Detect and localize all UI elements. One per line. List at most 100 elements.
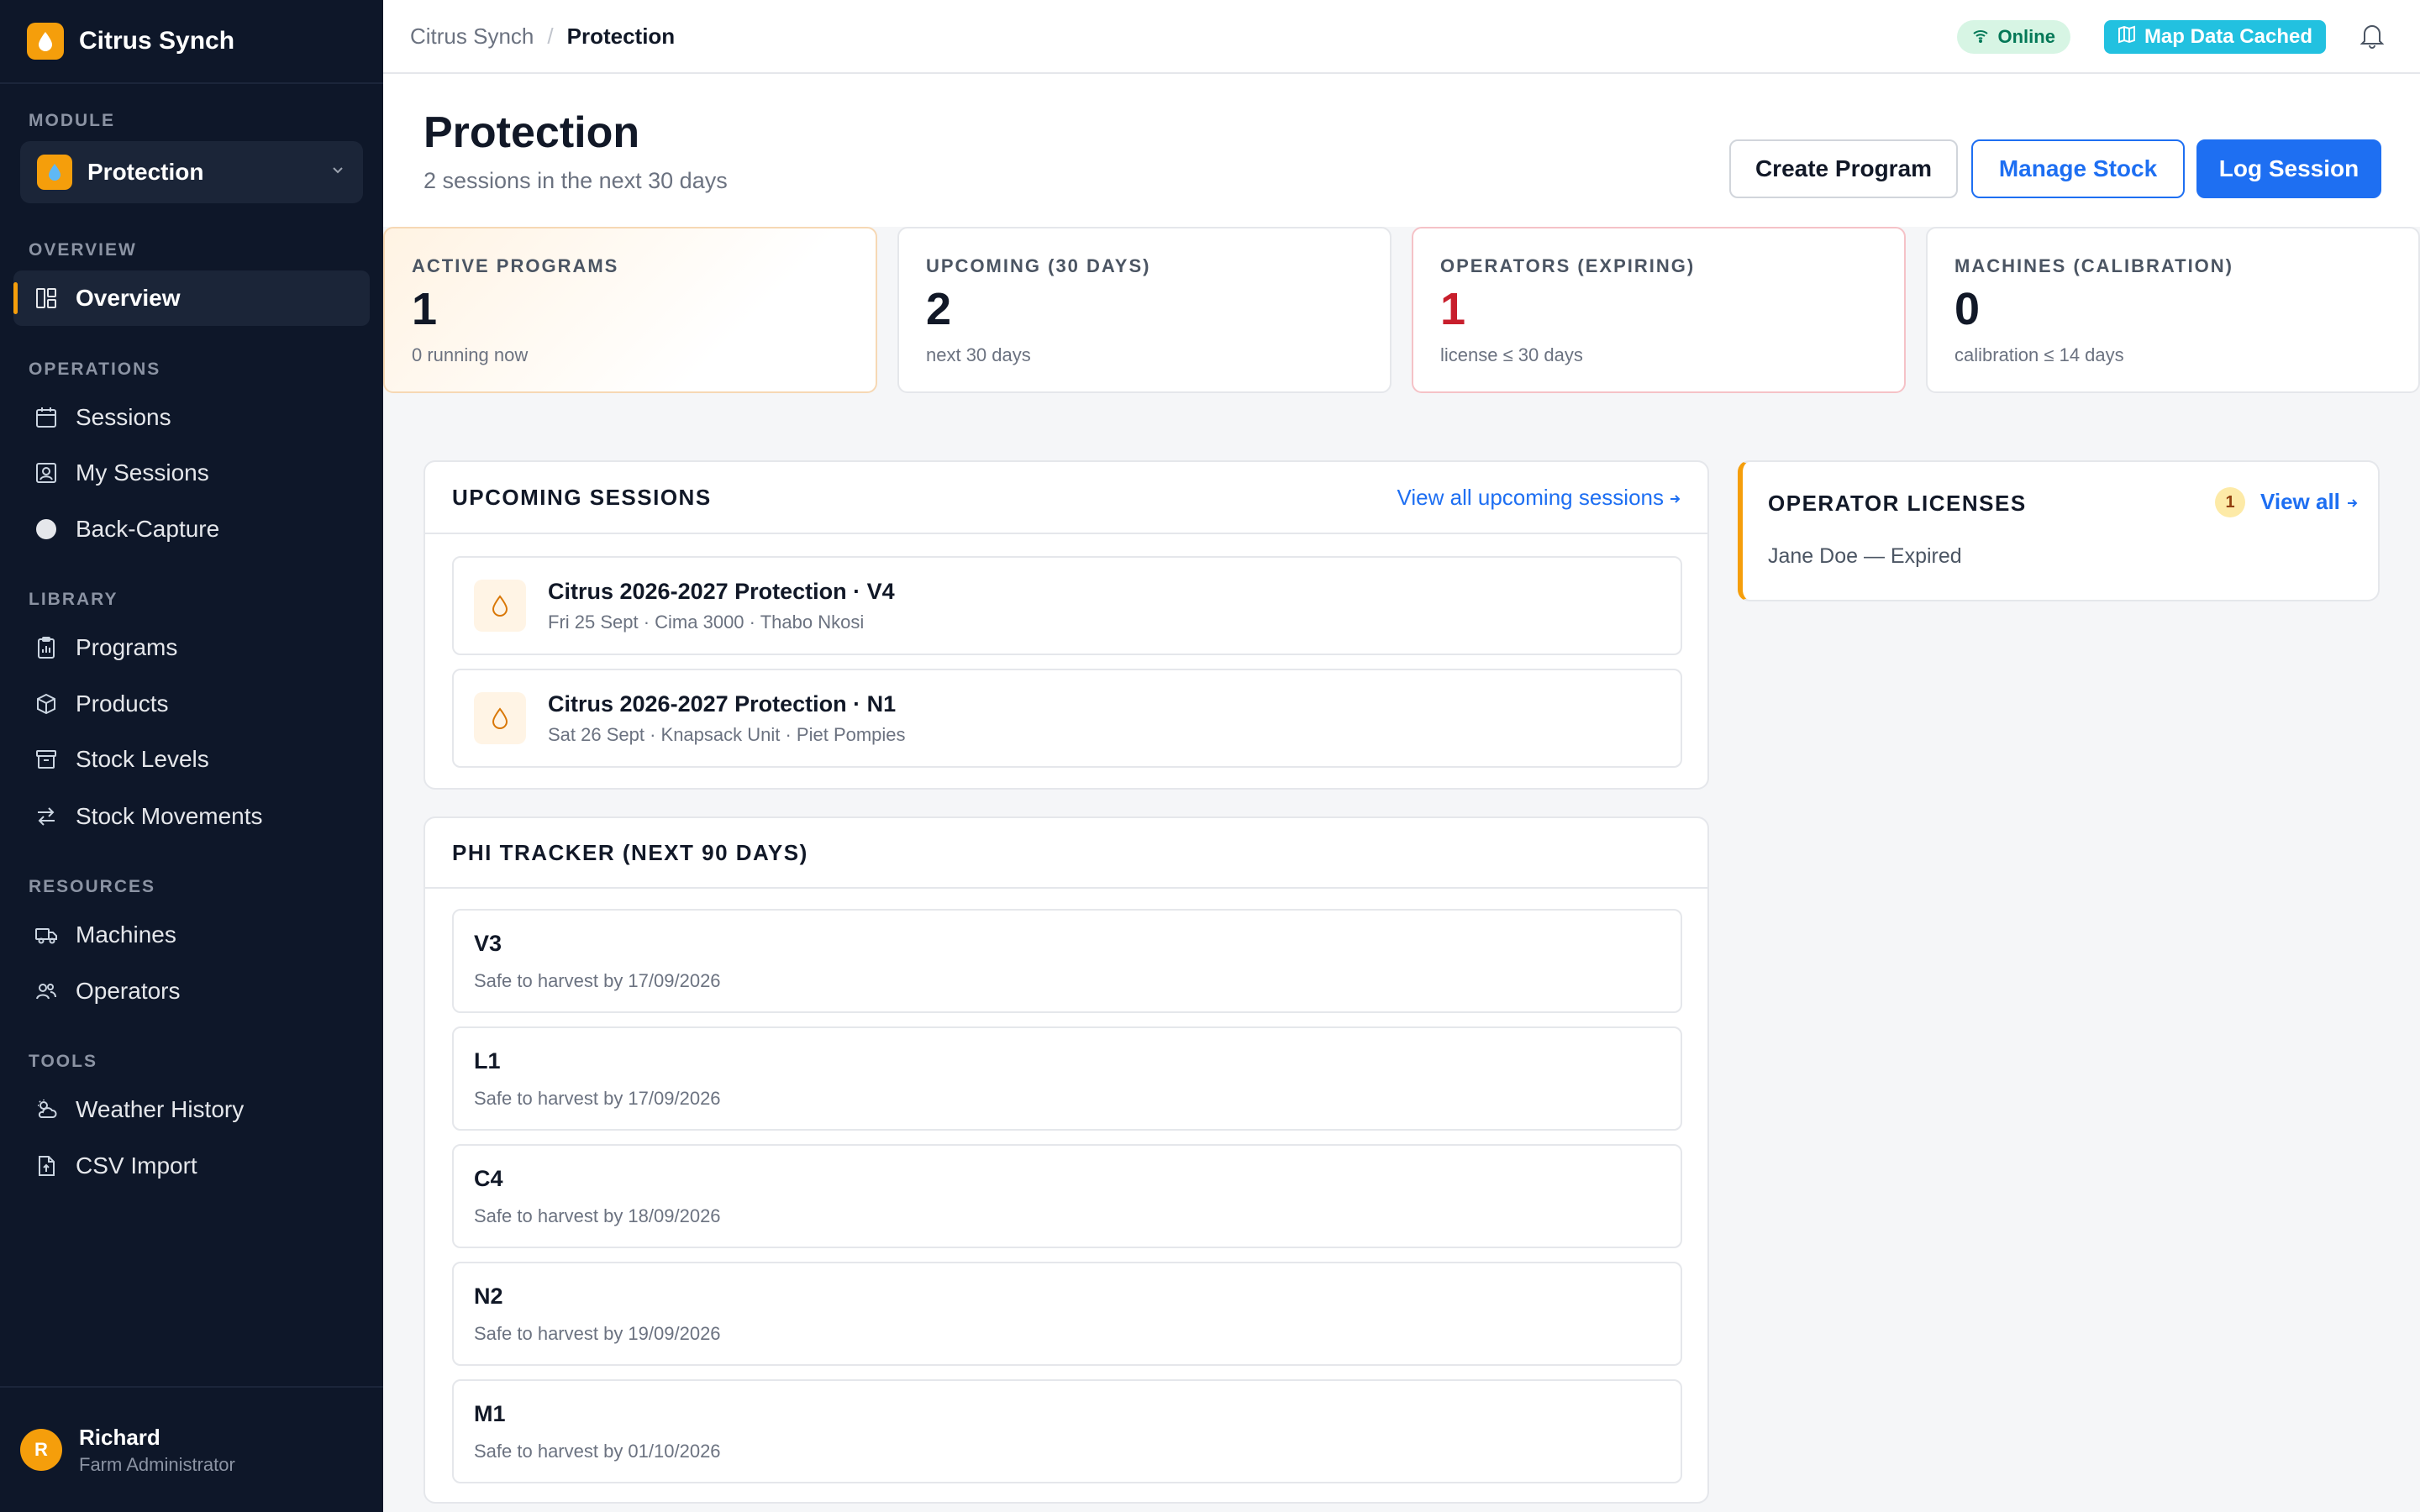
stat-card-active-programs[interactable]: ACTIVE PROGRAMS 1 0 running now bbox=[383, 227, 877, 393]
app-name: Citrus Synch bbox=[79, 27, 235, 55]
breadcrumb-current: Protection bbox=[566, 23, 676, 49]
license-count-badge: 1 bbox=[2215, 487, 2245, 517]
brand[interactable]: Citrus Synch bbox=[0, 0, 383, 84]
sidebar-item-back-capture[interactable]: Back-Capture bbox=[13, 501, 370, 557]
user-card-icon bbox=[34, 460, 59, 486]
phi-block-code: M1 bbox=[474, 1401, 506, 1426]
box-icon bbox=[34, 691, 59, 717]
view-all-sessions-link[interactable]: View all upcoming sessions bbox=[1397, 485, 1681, 511]
bell-icon[interactable] bbox=[2360, 22, 2385, 53]
phi-row[interactable]: V3 Safe to harvest by 17/09/2026 bbox=[452, 909, 1682, 1013]
stat-label: ACTIVE PROGRAMS bbox=[412, 255, 619, 276]
stat-label: MACHINES (CALIBRATION) bbox=[1954, 255, 2234, 276]
droplet-icon bbox=[37, 155, 72, 190]
sidebar-item-label: Programs bbox=[76, 634, 178, 660]
cloud-sun-icon bbox=[34, 1097, 59, 1122]
breadcrumb-root[interactable]: Citrus Synch bbox=[410, 24, 534, 50]
session-row[interactable]: Citrus 2026-2027 Protection · V4 Fri 25 … bbox=[452, 556, 1682, 655]
link-label: View all bbox=[2260, 489, 2340, 514]
sidebar: Citrus Synch MODULE Protection OVERVIEW … bbox=[0, 0, 383, 1512]
sidebar-item-weather-history[interactable]: Weather History bbox=[13, 1082, 370, 1137]
map-cached-badge: Map Data Cached bbox=[2103, 20, 2326, 54]
stat-card-operators-expiring[interactable]: OPERATORS (EXPIRING) 1 license ≤ 30 days bbox=[1412, 227, 1906, 393]
sidebar-item-label: Back-Capture bbox=[76, 516, 220, 542]
page-header: Protection 2 sessions in the next 30 day… bbox=[383, 74, 2420, 227]
online-status-badge: Online bbox=[1957, 20, 2070, 54]
stat-value: 2 bbox=[926, 284, 952, 334]
session-title: Citrus 2026-2027 Protection · N1 bbox=[548, 690, 897, 717]
sidebar-item-label: Operators bbox=[76, 978, 181, 1004]
module-selector[interactable]: Protection bbox=[20, 141, 363, 203]
map-icon bbox=[2118, 25, 2136, 50]
session-meta: Sat 26 Sept · Knapsack Unit · Piet Pompi… bbox=[548, 723, 906, 745]
stat-note: next 30 days bbox=[926, 344, 1031, 365]
view-all-licenses-link[interactable]: View all bbox=[2260, 489, 2358, 515]
online-status-label: Online bbox=[1997, 26, 2055, 47]
clipboard-chart-icon bbox=[34, 635, 59, 660]
droplet-icon bbox=[474, 692, 526, 744]
user-role: Farm Administrator bbox=[79, 1453, 235, 1475]
panel-header: UPCOMING SESSIONS View all upcoming sess… bbox=[425, 462, 1707, 534]
sidebar-item-label: My Sessions bbox=[76, 459, 209, 486]
stat-card-upcoming[interactable]: UPCOMING (30 DAYS) 2 next 30 days bbox=[897, 227, 1392, 393]
sidebar-item-label: Overview bbox=[76, 285, 181, 311]
license-item[interactable]: Jane Doe — Expired bbox=[1768, 544, 1962, 569]
phi-block-code: C4 bbox=[474, 1166, 503, 1191]
section-label-tools: TOOLS bbox=[29, 1052, 97, 1071]
sidebar-item-stock-movements[interactable]: Stock Movements bbox=[13, 789, 370, 844]
phi-harvest-date: Safe to harvest by 17/09/2026 bbox=[474, 1088, 721, 1109]
stat-card-machines-calibration[interactable]: MACHINES (CALIBRATION) 0 calibration ≤ 1… bbox=[1926, 227, 2420, 393]
sidebar-item-label: Products bbox=[76, 690, 169, 717]
sidebar-item-csv-import[interactable]: CSV Import bbox=[13, 1138, 370, 1194]
stat-label: UPCOMING (30 DAYS) bbox=[926, 255, 1151, 276]
section-label-resources: RESOURCES bbox=[29, 877, 156, 896]
sidebar-item-machines[interactable]: Machines bbox=[13, 907, 370, 963]
wifi-icon bbox=[1972, 26, 1989, 48]
stat-note: license ≤ 30 days bbox=[1440, 344, 1583, 365]
sidebar-item-label: Stock Levels bbox=[76, 746, 209, 772]
user-profile[interactable]: R Richard Farm Administrator bbox=[0, 1386, 383, 1512]
circle-icon bbox=[34, 517, 59, 542]
sidebar-item-label: Stock Movements bbox=[76, 803, 263, 829]
session-meta: Fri 25 Sept · Cima 3000 · Thabo Nkosi bbox=[548, 611, 865, 633]
sidebar-item-label: Machines bbox=[76, 921, 176, 948]
sidebar-item-operators[interactable]: Operators bbox=[13, 963, 370, 1019]
map-cached-label: Map Data Cached bbox=[2144, 25, 2312, 48]
sidebar-item-programs[interactable]: Programs bbox=[13, 620, 370, 675]
section-label-module: MODULE bbox=[29, 111, 115, 130]
sidebar-item-stock-levels[interactable]: Stock Levels bbox=[13, 732, 370, 787]
phi-harvest-date: Safe to harvest by 19/09/2026 bbox=[474, 1323, 721, 1344]
create-program-button[interactable]: Create Program bbox=[1729, 139, 1958, 198]
sidebar-item-products[interactable]: Products bbox=[13, 676, 370, 732]
phi-row[interactable]: M1 Safe to harvest by 01/10/2026 bbox=[452, 1379, 1682, 1483]
arrows-exchange-icon bbox=[34, 804, 59, 829]
log-session-button[interactable]: Log Session bbox=[2196, 139, 2381, 198]
breadcrumb-separator: / bbox=[547, 23, 554, 49]
page-title: Protection bbox=[424, 108, 640, 157]
module-value: Protection bbox=[87, 159, 204, 185]
phi-block-code: L1 bbox=[474, 1048, 501, 1074]
avatar: R bbox=[20, 1429, 62, 1471]
sidebar-item-my-sessions[interactable]: My Sessions bbox=[13, 445, 370, 501]
sidebar-item-overview[interactable]: Overview bbox=[13, 270, 370, 326]
upcoming-sessions-panel: UPCOMING SESSIONS View all upcoming sess… bbox=[424, 460, 1709, 790]
topbar-status: Online Map Data Cached bbox=[1957, 0, 2385, 74]
stat-value: 1 bbox=[1440, 284, 1466, 334]
sidebar-item-label: CSV Import bbox=[76, 1152, 197, 1179]
phi-harvest-date: Safe to harvest by 01/10/2026 bbox=[474, 1441, 721, 1462]
breadcrumb: Citrus Synch / Protection bbox=[410, 24, 675, 50]
page-subtitle: 2 sessions in the next 30 days bbox=[424, 168, 728, 193]
users-icon bbox=[34, 979, 59, 1004]
stat-note: 0 running now bbox=[412, 344, 529, 365]
session-row[interactable]: Citrus 2026-2027 Protection · N1 Sat 26 … bbox=[452, 669, 1682, 768]
drop-logo-icon bbox=[27, 23, 64, 60]
phi-row[interactable]: N2 Safe to harvest by 19/09/2026 bbox=[452, 1262, 1682, 1366]
sidebar-item-sessions[interactable]: Sessions bbox=[13, 390, 370, 445]
dashboard-icon bbox=[34, 286, 59, 311]
droplet-icon bbox=[474, 580, 526, 632]
phi-row[interactable]: L1 Safe to harvest by 17/09/2026 bbox=[452, 1026, 1682, 1131]
link-label: View all upcoming sessions bbox=[1397, 484, 1664, 510]
panel-title: OPERATOR LICENSES bbox=[1768, 491, 2027, 516]
manage-stock-button[interactable]: Manage Stock bbox=[1971, 139, 2185, 198]
phi-row[interactable]: C4 Safe to harvest by 18/09/2026 bbox=[452, 1144, 1682, 1248]
